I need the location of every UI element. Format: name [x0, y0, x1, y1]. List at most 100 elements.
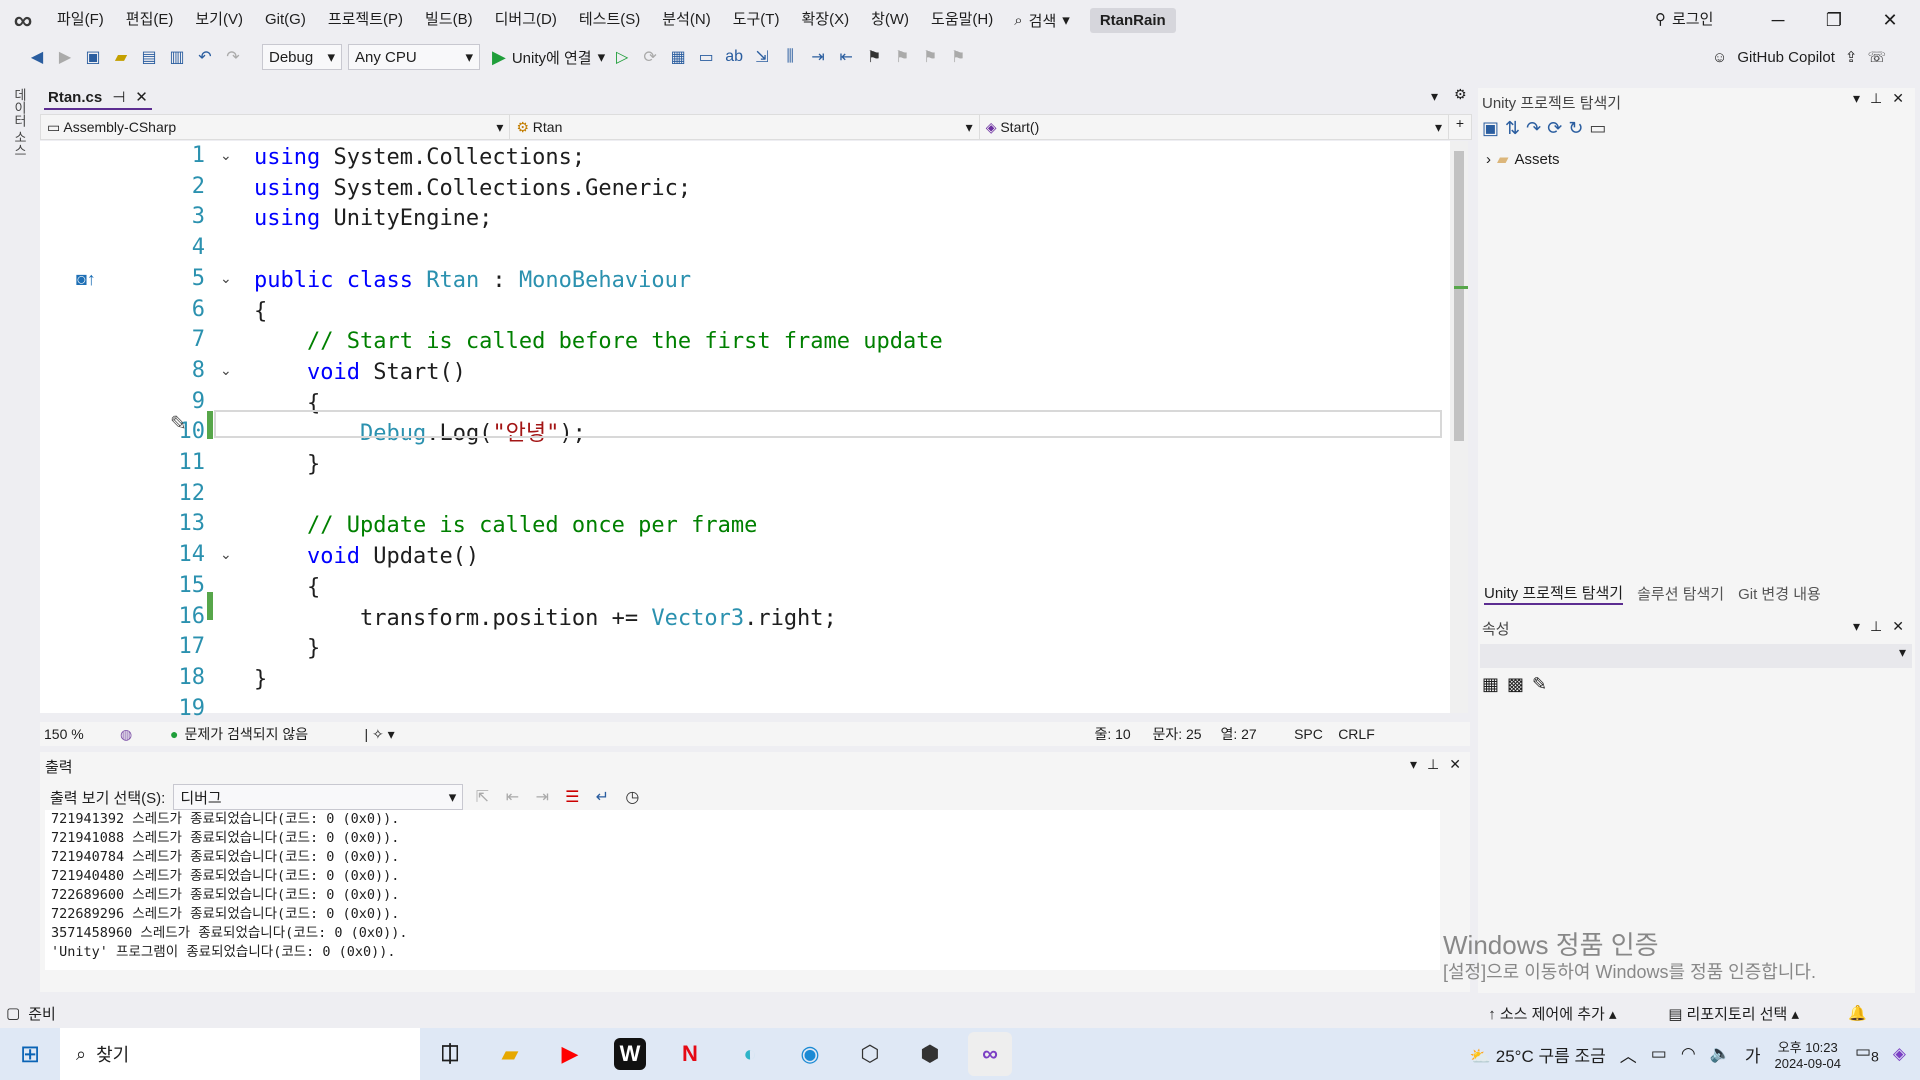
- menu-item-6[interactable]: 디버그(D): [484, 0, 568, 40]
- class-dropdown[interactable]: ⚙ Rtan ▾: [510, 115, 980, 139]
- hot-reload-icon[interactable]: ⟳: [639, 45, 661, 69]
- menu-item-8[interactable]: 분석(N): [651, 0, 721, 40]
- edge-icon[interactable]: ◉: [788, 1032, 832, 1076]
- unity-icon[interactable]: ⬢: [908, 1032, 952, 1076]
- webtoon-icon[interactable]: W: [614, 1038, 646, 1070]
- fold-toggle-icon[interactable]: ⌄: [220, 270, 236, 287]
- property-pages-icon[interactable]: ✎: [1532, 674, 1547, 695]
- menu-item-11[interactable]: 창(W): [860, 0, 920, 40]
- close-button[interactable]: ✕: [1862, 0, 1918, 40]
- code-line[interactable]: }: [254, 665, 267, 695]
- menu-item-5[interactable]: 빌드(B): [414, 0, 484, 40]
- code-line[interactable]: void Update(): [254, 542, 479, 572]
- redo-icon[interactable]: ↷: [222, 45, 244, 69]
- reload-icon[interactable]: ↻: [1568, 118, 1583, 139]
- output-source-dropdown[interactable]: 디버그 ▾: [173, 784, 464, 810]
- pin-icon[interactable]: ⊥: [1870, 618, 1882, 635]
- menu-item-1[interactable]: 편집(E): [115, 0, 185, 40]
- login-button[interactable]: ⚲ 로그인: [1655, 0, 1713, 40]
- close-icon[interactable]: ✕: [135, 88, 148, 106]
- code-cleanup-icon[interactable]: | ✧ ▾: [364, 726, 1094, 743]
- tab-list-dropdown-icon[interactable]: ▾: [1431, 88, 1438, 105]
- menu-item-4[interactable]: 프로젝트(P): [317, 0, 414, 40]
- youtube-icon[interactable]: ▶: [548, 1032, 592, 1076]
- add-source-control-button[interactable]: ↑ 소스 제어에 추가 ▴: [1488, 1003, 1668, 1024]
- layout-icon[interactable]: ▭: [695, 45, 717, 69]
- windows-start-icon[interactable]: ⊞: [0, 1040, 60, 1069]
- data-sources-tab[interactable]: 데이터 소스: [10, 88, 29, 157]
- close-icon[interactable]: ✕: [1892, 90, 1904, 107]
- indent-icon[interactable]: ⇥: [807, 45, 829, 69]
- char-indicator[interactable]: 문자: 25: [1152, 724, 1220, 744]
- wifi-icon[interactable]: ◠: [1681, 1044, 1696, 1064]
- chevron-down-icon[interactable]: ▾: [1853, 90, 1860, 107]
- col-indicator[interactable]: 열: 27: [1220, 724, 1284, 744]
- code-line[interactable]: {: [254, 573, 320, 603]
- menu-item-12[interactable]: 도움말(H): [920, 0, 1004, 40]
- pin-icon[interactable]: ⊥: [1427, 756, 1439, 773]
- chevron-down-icon[interactable]: ▾: [1853, 618, 1860, 635]
- prev-bookmark-icon[interactable]: ⚑: [891, 45, 913, 69]
- clock[interactable]: 오후 10:23 2024-09-04: [1774, 1037, 1841, 1071]
- alphabetical-icon[interactable]: ▩: [1507, 674, 1524, 695]
- folder-sync-icon[interactable]: ▣: [1482, 118, 1499, 139]
- tab-unity-explorer[interactable]: Unity 프로젝트 탐색기: [1484, 582, 1624, 605]
- collapse-all-icon[interactable]: ▭: [1589, 118, 1606, 139]
- configuration-dropdown[interactable]: Debug ▾: [262, 44, 342, 70]
- netflix-icon[interactable]: N: [668, 1032, 712, 1076]
- copilot-taskbar-icon[interactable]: ◈: [1893, 1044, 1906, 1064]
- tab-solution-explorer[interactable]: 솔루션 탐색기: [1637, 583, 1724, 604]
- line-ending-indicator[interactable]: CRLF: [1332, 726, 1380, 742]
- task-view-icon[interactable]: ⎅: [428, 1032, 472, 1076]
- output-text[interactable]: 721941392 스레드가 종료되었습니다(코드: 0 (0x0)). 721…: [45, 810, 1440, 970]
- search-button[interactable]: ⌕ 검색 ▾: [1004, 10, 1080, 31]
- close-icon[interactable]: ✕: [1892, 618, 1904, 635]
- file-explorer-icon[interactable]: ▰: [488, 1032, 532, 1076]
- quick-actions-icon[interactable]: ✎: [170, 411, 187, 436]
- split-icon[interactable]: +: [1449, 115, 1471, 139]
- weather-widget[interactable]: ⛅ 25°C 구름 조금: [1470, 1042, 1606, 1067]
- prev-message-icon[interactable]: ⇤: [501, 785, 523, 809]
- refresh-icon[interactable]: ⟳: [1547, 118, 1562, 139]
- whitespace-indicator[interactable]: SPC: [1284, 726, 1332, 742]
- code-line[interactable]: }: [254, 450, 320, 480]
- outdent-icon[interactable]: ⇤: [835, 45, 857, 69]
- close-icon[interactable]: ✕: [1449, 756, 1461, 773]
- spell-check-icon[interactable]: ab: [723, 45, 745, 69]
- undo-icon[interactable]: ↶: [194, 45, 216, 69]
- fold-toggle-icon[interactable]: ⌄: [220, 546, 236, 563]
- project-dropdown[interactable]: ▭ Assembly-CSharp ▾: [41, 115, 511, 139]
- member-dropdown[interactable]: ◈ Start() ▾: [980, 115, 1450, 139]
- issues-indicator[interactable]: 문제가 검색되지 않음: [184, 724, 364, 744]
- start-debug-button[interactable]: ▶ Unity에 연결 ▾: [492, 47, 605, 68]
- visual-studio-logo-icon[interactable]: ∞: [0, 0, 46, 40]
- clear-all-icon[interactable]: ☰: [561, 785, 583, 809]
- code-line[interactable]: transform.position += Vector3.right;: [254, 604, 837, 634]
- menu-item-0[interactable]: 파일(F): [46, 0, 115, 40]
- back-icon[interactable]: ◀: [26, 45, 48, 69]
- timestamp-icon[interactable]: ◷: [621, 785, 643, 809]
- notification-center-icon[interactable]: ▭8: [1855, 1042, 1879, 1065]
- code-line[interactable]: }: [254, 634, 320, 664]
- restore-button[interactable]: ❐: [1806, 0, 1862, 40]
- new-project-icon[interactable]: ▣: [82, 45, 104, 69]
- platform-dropdown[interactable]: Any CPU ▾: [348, 44, 480, 70]
- minimize-button[interactable]: ─: [1750, 0, 1806, 40]
- battery-icon[interactable]: ▭: [1651, 1044, 1667, 1064]
- save-all-icon[interactable]: ▥: [166, 45, 188, 69]
- word-wrap-icon[interactable]: ↵: [591, 785, 613, 809]
- fold-toggle-icon[interactable]: ⌄: [220, 147, 236, 164]
- pin-icon[interactable]: ⊥: [1870, 90, 1882, 107]
- code-line[interactable]: using System.Collections;: [254, 143, 585, 173]
- open-folder-icon[interactable]: ▰: [110, 45, 132, 69]
- redo-icon[interactable]: ↷: [1526, 118, 1541, 139]
- code-line[interactable]: public class Rtan : MonoBehaviour: [254, 266, 691, 296]
- code-line[interactable]: // Start is called before the first fram…: [254, 327, 943, 357]
- tree-item-assets[interactable]: › ▰ Assets: [1486, 150, 1560, 169]
- code-line[interactable]: void Start(): [254, 358, 466, 388]
- menu-item-10[interactable]: 확장(X): [790, 0, 860, 40]
- notifications-icon[interactable]: 🔔: [1848, 1004, 1867, 1022]
- properties-object-dropdown[interactable]: ▾: [1480, 644, 1912, 668]
- sort-icon[interactable]: ⇅: [1505, 118, 1520, 139]
- volume-icon[interactable]: 🔈: [1710, 1044, 1731, 1064]
